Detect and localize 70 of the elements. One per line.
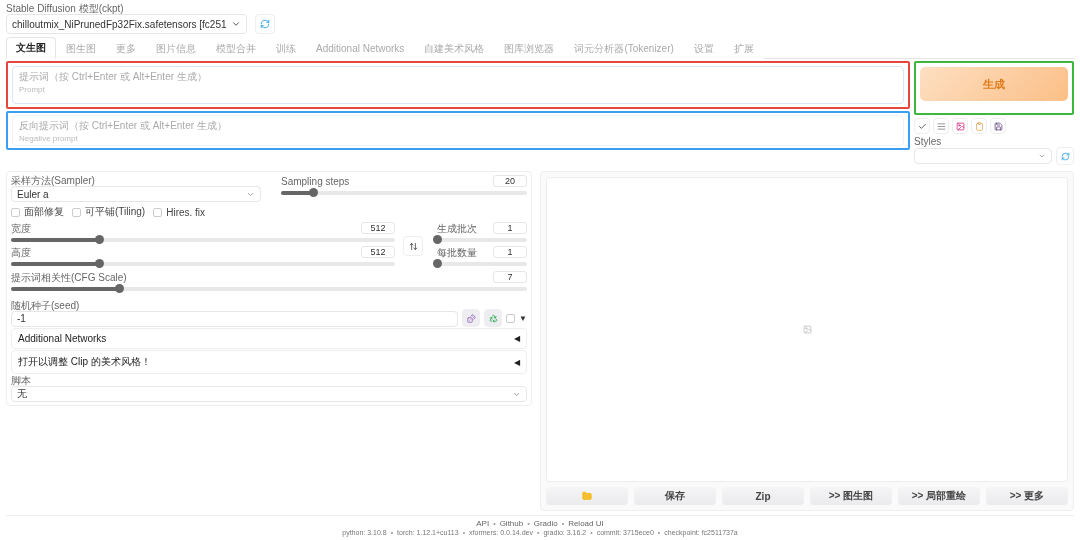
swap-button[interactable]: [403, 236, 423, 256]
action-button[interactable]: >> 局部重绘: [898, 487, 980, 505]
slider-label: 每批数量: [437, 246, 477, 258]
model-dropdown[interactable]: chilloutmix_NiPrunedFp32Fix.safetensors [fc251: [6, 14, 247, 34]
slider-label: 生成批次: [437, 222, 477, 234]
accordion-header[interactable]: 打开以调整 Clip 的美术风格！ ◀: [11, 350, 527, 374]
number-field[interactable]: 20: [493, 175, 527, 187]
accordion-header[interactable]: Additional Networks ◀: [11, 328, 527, 349]
checkbox-label: 可平铺(Tiling): [85, 205, 146, 219]
chevron-down-icon: [1038, 152, 1046, 160]
check-icon: [917, 121, 927, 131]
recycle-icon: [488, 313, 498, 323]
number-field[interactable]: 1: [493, 246, 527, 258]
sampler-dropdown[interactable]: Euler a: [11, 186, 261, 202]
check-button[interactable]: [914, 118, 930, 134]
seed-field[interactable]: -1: [11, 310, 459, 327]
slider-label: 提示词相关性(CFG Scale): [11, 271, 127, 283]
action-button[interactable]: >> 图生图: [810, 487, 892, 505]
number-field[interactable]: 512: [361, 222, 395, 234]
number-field[interactable]: 512: [361, 246, 395, 258]
refresh-icon: [259, 19, 270, 29]
image-icon: [955, 121, 965, 131]
swap-icon: [408, 241, 418, 251]
dice-button[interactable]: [462, 309, 481, 327]
clipboard-icon: [974, 121, 984, 131]
number-field[interactable]: 1: [493, 222, 527, 234]
script-dropdown[interactable]: 无: [11, 386, 527, 402]
placeholder: Prompt: [19, 85, 46, 94]
action-button[interactable]: >> 更多: [986, 487, 1068, 505]
image-button[interactable]: [952, 118, 968, 134]
refresh-icon: [1060, 151, 1070, 161]
footer-link[interactable]: API: [476, 519, 490, 528]
chevron-down-icon: [230, 19, 241, 29]
floppy-icon: [993, 121, 1003, 131]
footer-link[interactable]: Reload UI: [568, 519, 604, 528]
checkbox-label: 面部修复: [24, 205, 64, 219]
lines-button[interactable]: [933, 118, 949, 134]
checkbox[interactable]: [72, 207, 81, 217]
placeholder: Negative prompt: [19, 134, 79, 143]
recycle-button[interactable]: [484, 309, 503, 327]
tab[interactable]: 文生图: [6, 37, 56, 59]
footer-link[interactable]: Github: [499, 519, 524, 528]
lines-icon: [936, 121, 946, 131]
field-hint: 提示词（按 Ctrl+Enter 或 Alt+Enter 生成）: [19, 70, 208, 84]
clipboard-button[interactable]: [971, 118, 987, 134]
folder-button[interactable]: [546, 487, 628, 505]
dice-icon: [466, 313, 476, 323]
checkbox[interactable]: [11, 207, 20, 217]
number-field[interactable]: 7: [493, 271, 527, 283]
slider-label: 高度: [11, 246, 31, 258]
refresh-button[interactable]: [254, 14, 275, 34]
checkbox[interactable]: [506, 313, 516, 323]
model-label: Stable Diffusion 模型(ckpt): [6, 3, 125, 14]
caret-icon[interactable]: ▼: [519, 313, 527, 323]
action-button[interactable]: Zip: [722, 487, 804, 505]
styles-label: Styles: [914, 136, 943, 147]
footer-link[interactable]: Gradio: [533, 519, 558, 528]
refresh-button[interactable]: [1056, 147, 1074, 165]
slider-label: 宽度: [11, 222, 31, 234]
script-label: 脚本: [11, 375, 32, 386]
image-icon: [802, 325, 812, 334]
checkbox-label: Hires. fix: [166, 206, 206, 218]
field-hint: 反向提示词（按 Ctrl+Enter 或 Alt+Enter 生成）: [19, 119, 228, 133]
sampler-label: 采样方法(Sampler): [11, 175, 96, 186]
seed-label: 随机种子(seed): [11, 299, 81, 311]
action-button[interactable]: 保存: [634, 487, 716, 505]
save-button[interactable]: [990, 118, 1006, 134]
folder-icon: [582, 491, 592, 501]
slider-label: Sampling steps: [281, 175, 350, 187]
checkbox[interactable]: [153, 207, 163, 217]
